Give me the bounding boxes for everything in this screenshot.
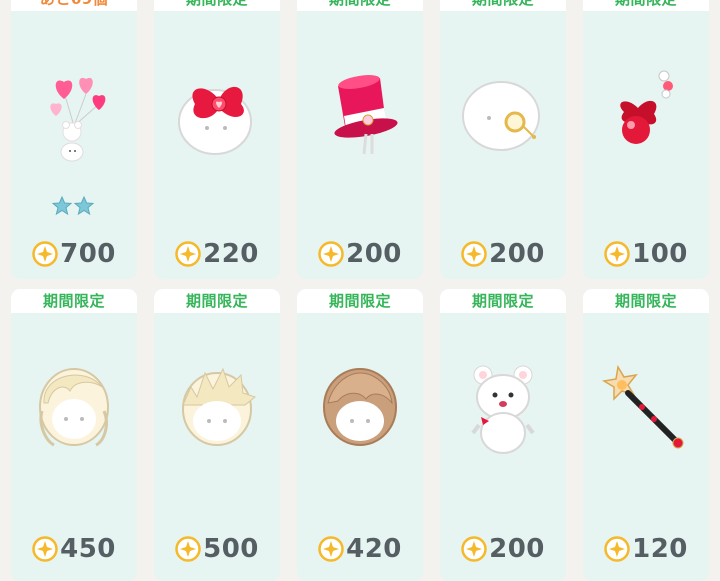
stock-remaining-tag: あと69個 xyxy=(11,0,137,11)
coin-icon xyxy=(461,536,487,562)
limited-time-tag: 期間限定 xyxy=(297,0,423,11)
price: 100 xyxy=(583,237,709,271)
price: 420 xyxy=(297,532,423,566)
limited-time-tag: 期間限定 xyxy=(583,0,709,11)
heart-balloons-bear-icon xyxy=(50,77,106,162)
coin-icon xyxy=(32,536,58,562)
monocle-icon xyxy=(462,81,540,151)
magic-wand-icon xyxy=(601,364,684,449)
price-value: 450 xyxy=(60,534,116,564)
pink-top-hat-icon xyxy=(334,75,398,155)
price-value: 420 xyxy=(346,534,402,564)
price: 500 xyxy=(154,532,280,566)
coin-icon xyxy=(461,241,487,267)
wavy-blonde-hair-icon xyxy=(39,368,109,447)
spiky-blonde-hair-icon xyxy=(182,367,257,446)
white-bear-icon xyxy=(471,365,535,454)
shop-item-card[interactable]: 期間限定 200 xyxy=(440,289,566,581)
limited-time-tag: 期間限定 xyxy=(583,289,709,313)
price-value: 500 xyxy=(203,534,259,564)
shop-item-card[interactable]: 期間限定 120 xyxy=(583,289,709,581)
limited-time-tag: 期間限定 xyxy=(440,0,566,11)
price: 700 xyxy=(11,237,137,271)
price-value: 200 xyxy=(489,534,545,564)
coin-icon xyxy=(604,536,630,562)
limited-time-tag: 期間限定 xyxy=(440,289,566,313)
coin-icon xyxy=(604,241,630,267)
price: 450 xyxy=(11,532,137,566)
price: 200 xyxy=(440,237,566,271)
price: 220 xyxy=(154,237,280,271)
price-value: 120 xyxy=(632,534,688,564)
limited-time-tag: 期間限定 xyxy=(154,289,280,313)
coin-icon xyxy=(32,241,58,267)
rarity-stars xyxy=(11,195,137,219)
price: 200 xyxy=(297,237,423,271)
shop-item-card[interactable]: 期間限定 200 xyxy=(440,0,566,279)
shop-item-card[interactable]: 期間限定 100 xyxy=(583,0,709,279)
shop-item-card[interactable]: 期間限定 420 xyxy=(297,289,423,581)
price-value: 220 xyxy=(203,239,259,269)
shop-item-card[interactable]: 期間限定 200 xyxy=(297,0,423,279)
price-value: 700 xyxy=(60,239,116,269)
coin-icon xyxy=(318,536,344,562)
shop-item-card[interactable]: 期間限定 450 xyxy=(11,289,137,581)
price: 120 xyxy=(583,532,709,566)
price-value: 200 xyxy=(489,239,545,269)
shop-item-card[interactable]: 期間限定 220 xyxy=(154,0,280,279)
price: 200 xyxy=(440,532,566,566)
shop-item-card[interactable]: 期間限定 500 xyxy=(154,289,280,581)
shop-item-card[interactable]: あと69個 700 xyxy=(11,0,137,279)
price-value: 200 xyxy=(346,239,402,269)
coin-icon xyxy=(175,241,201,267)
price-value: 100 xyxy=(632,239,688,269)
brown-hair-icon xyxy=(323,368,397,446)
red-ribbon-bow-icon xyxy=(178,86,252,155)
red-bow-earring-icon xyxy=(620,70,673,144)
limited-time-tag: 期間限定 xyxy=(11,289,137,313)
limited-time-tag: 期間限定 xyxy=(297,289,423,313)
coin-icon xyxy=(318,241,344,267)
limited-time-tag: 期間限定 xyxy=(154,0,280,11)
coin-icon xyxy=(175,536,201,562)
